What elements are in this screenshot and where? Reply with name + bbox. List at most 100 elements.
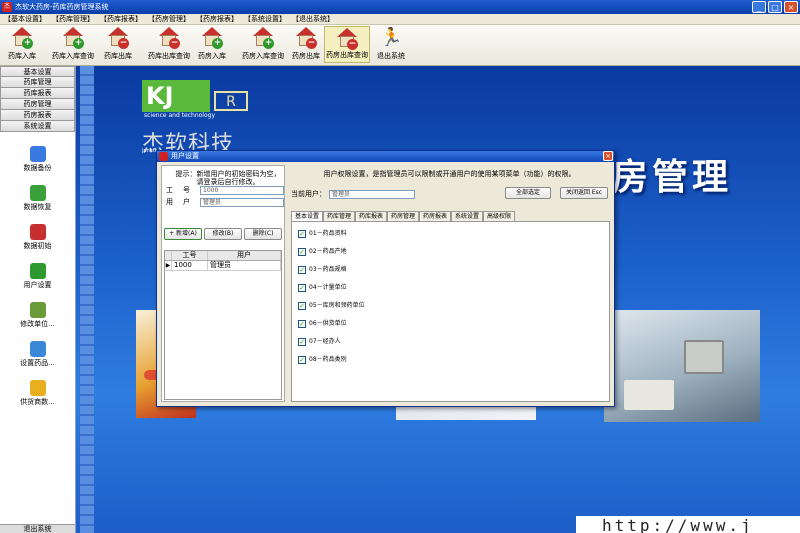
permission-label: 08－药品类别 [309, 356, 347, 363]
toolbar-button-8[interactable]: 🏃 退出系统 [374, 26, 408, 63]
checkbox-checked-icon[interactable]: ✓ [298, 338, 306, 346]
field-label-user: 用户 [166, 198, 200, 206]
sidebar-item-label: 数据恢复 [23, 203, 52, 211]
permission-label: 05－库房和领药单位 [309, 302, 365, 309]
sidebar-item-label: 数据备份 [23, 164, 52, 172]
company-logo: KJ R science and technology 杰软科技 jr.net [142, 80, 257, 157]
sidebar-group-3[interactable]: 药房管理 [0, 99, 75, 110]
sidebar-group-4[interactable]: 药房报表 [0, 110, 75, 121]
toolbar-button-4[interactable]: + 药房入库 [192, 26, 232, 63]
grid-header-id: 工号 [172, 251, 208, 260]
checkbox-checked-icon[interactable]: ✓ [298, 248, 306, 256]
checkbox-checked-icon[interactable]: ✓ [298, 302, 306, 310]
sidebar-item-3[interactable]: 用户设置 [0, 263, 75, 299]
close-return-button[interactable]: 关闭返回 Esc [560, 187, 608, 199]
toolbar-label: 药库入库 [8, 52, 36, 60]
dialog-hint: 提示：新增用户的初始密码为空，请登录后自行修改。 [175, 170, 281, 186]
backup-icon [29, 146, 46, 162]
tab-1[interactable]: 药库管理 [323, 211, 355, 221]
sidebar-item-label: 用户设置 [23, 281, 52, 289]
pharmacy-office-photo [604, 310, 760, 422]
field-label-id: 工号 [166, 186, 200, 194]
dialog-app-icon [159, 152, 168, 161]
permission-label: 07－经办人 [309, 338, 341, 345]
tab-2[interactable]: 药库报表 [355, 211, 387, 221]
menu-system-settings[interactable]: 【系统设置】 [244, 14, 286, 24]
dialog-close-icon[interactable]: × [603, 151, 613, 161]
sidebar-item-1[interactable]: 数据恢复 [0, 185, 75, 221]
maximize-icon[interactable]: □ [768, 1, 782, 13]
user-settings-dialog: 用户设置 × 提示：新增用户的初始密码为空，请登录后自行修改。 工号 1000 … [156, 150, 615, 407]
row-selector-icon: ▶ [165, 261, 172, 270]
toolbar-button-5[interactable]: + 药房入库查询 [240, 26, 286, 63]
menu-warehouse-reports[interactable]: 【药库报表】 [100, 14, 142, 24]
logo-mark: KJ [142, 80, 210, 112]
cell-user-name: 管理员 [208, 261, 281, 270]
permission-label: 01－药品资料 [309, 230, 347, 237]
supplier-icon [29, 380, 46, 396]
delete-user-button[interactable]: 删除(C) [244, 228, 282, 240]
toolbar-button-3[interactable]: − 药库出库查询 [146, 26, 192, 63]
restore-icon [29, 185, 46, 201]
checkbox-checked-icon[interactable]: ✓ [298, 266, 306, 274]
table-row[interactable]: ▶ 1000 管理员 [165, 261, 281, 271]
house-plus-search-icon: + [252, 27, 274, 49]
sidebar-item-5[interactable]: 设置药品... [0, 341, 75, 377]
minimize-icon[interactable]: _ [752, 1, 766, 13]
user-grid: 工号 用户 ▶ 1000 管理员 [164, 250, 282, 400]
edit-icon [29, 302, 46, 318]
sidebar-item-label: 供货商数... [20, 398, 55, 406]
sidebar-group-1[interactable]: 药库管理 [0, 77, 75, 88]
house-minus-green-icon: − [295, 27, 317, 49]
tab-3[interactable]: 药房管理 [387, 211, 419, 221]
toolbar-button-2[interactable]: − 药库出库 [98, 26, 138, 63]
permission-hint: 用户权限设置，是指管理员可以限制或开通用户的使用某项菜单（功能）的权限。 [323, 170, 576, 178]
toolbar-label: 药房入库 [198, 52, 226, 60]
user-button-bar: + 新增(A) 修改(B) 删除(C) [164, 228, 282, 240]
toolbar: + 药库入库 + 药库入库查询 − 药库出库 − 药库出库查询 + 药房入库 + 药房入库查询 − 药房出… [0, 25, 800, 66]
drug-settings-icon [29, 341, 46, 357]
checkbox-checked-icon[interactable]: ✓ [298, 284, 306, 292]
add-user-button[interactable]: + 新增(A) [164, 228, 202, 240]
user-id-input[interactable]: 1000 [200, 186, 284, 195]
grid-header-user: 用户 [208, 251, 281, 260]
sidebar-item-4[interactable]: 修改单位... [0, 302, 75, 338]
sidebar-item-6[interactable]: 供货商数... [0, 380, 75, 416]
sidebar-exit[interactable]: 退出系统 [0, 524, 75, 533]
menu-warehouse-management[interactable]: 【药库管理】 [52, 14, 94, 24]
checkbox-checked-icon[interactable]: ✓ [298, 320, 306, 328]
tab-4[interactable]: 药房报表 [419, 211, 451, 221]
banner-url: http://www.j [576, 516, 800, 533]
sidebar: 基本设置 药库管理 药库报表 药房管理 药房报表 系统设置 数据备份数据恢复数据初始用户设… [0, 66, 76, 533]
sidebar-item-2[interactable]: 数据初始 [0, 224, 75, 260]
menu-pharmacy-reports[interactable]: 【药房报表】 [196, 14, 238, 24]
tab-6[interactable]: 高级权限 [483, 211, 515, 221]
menu-basic-settings[interactable]: 【基本设置】 [4, 14, 46, 24]
window-titlebar: 杰 杰软大药房-药库药房管理系统 _ □ × [0, 0, 800, 14]
running-man-icon: 🏃 [380, 27, 403, 48]
checkbox-checked-icon[interactable]: ✓ [298, 230, 306, 238]
users-icon [29, 263, 46, 279]
sidebar-item-0[interactable]: 数据备份 [0, 146, 75, 182]
toolbar-button-0[interactable]: + 药库入库 [2, 26, 42, 63]
user-name-input[interactable]: 管理员 [200, 198, 284, 207]
menu-pharmacy-management[interactable]: 【药房管理】 [148, 14, 190, 24]
menu-exit[interactable]: 【退出系统】 [292, 14, 334, 24]
checkbox-checked-icon[interactable]: ✓ [298, 356, 306, 364]
toolbar-label: 药房入库查询 [242, 52, 284, 60]
select-all-button[interactable]: 全部选定 [505, 187, 551, 199]
toolbar-label: 退出系统 [377, 52, 405, 60]
sidebar-group-5[interactable]: 系统设置 [0, 121, 75, 132]
edit-user-button[interactable]: 修改(B) [204, 228, 242, 240]
permission-panel: 用户权限设置，是指管理员可以限制或开通用户的使用某项菜单（功能）的权限。 当前用… [289, 165, 610, 402]
permission-label: 04－计量单位 [309, 284, 347, 291]
house-minus-search-icon: − [158, 27, 180, 49]
logo-r: R [214, 91, 248, 111]
toolbar-button-6[interactable]: − 药房出库 [288, 26, 324, 63]
tab-5[interactable]: 系统设置 [451, 211, 483, 221]
close-icon[interactable]: × [784, 1, 798, 13]
toolbar-button-1[interactable]: + 药库入库查询 [50, 26, 96, 63]
sidebar-group-2[interactable]: 药库报表 [0, 88, 75, 99]
sidebar-group-0[interactable]: 基本设置 [0, 66, 75, 77]
toolbar-button-7[interactable]: − 药房出库查询 [324, 26, 370, 63]
